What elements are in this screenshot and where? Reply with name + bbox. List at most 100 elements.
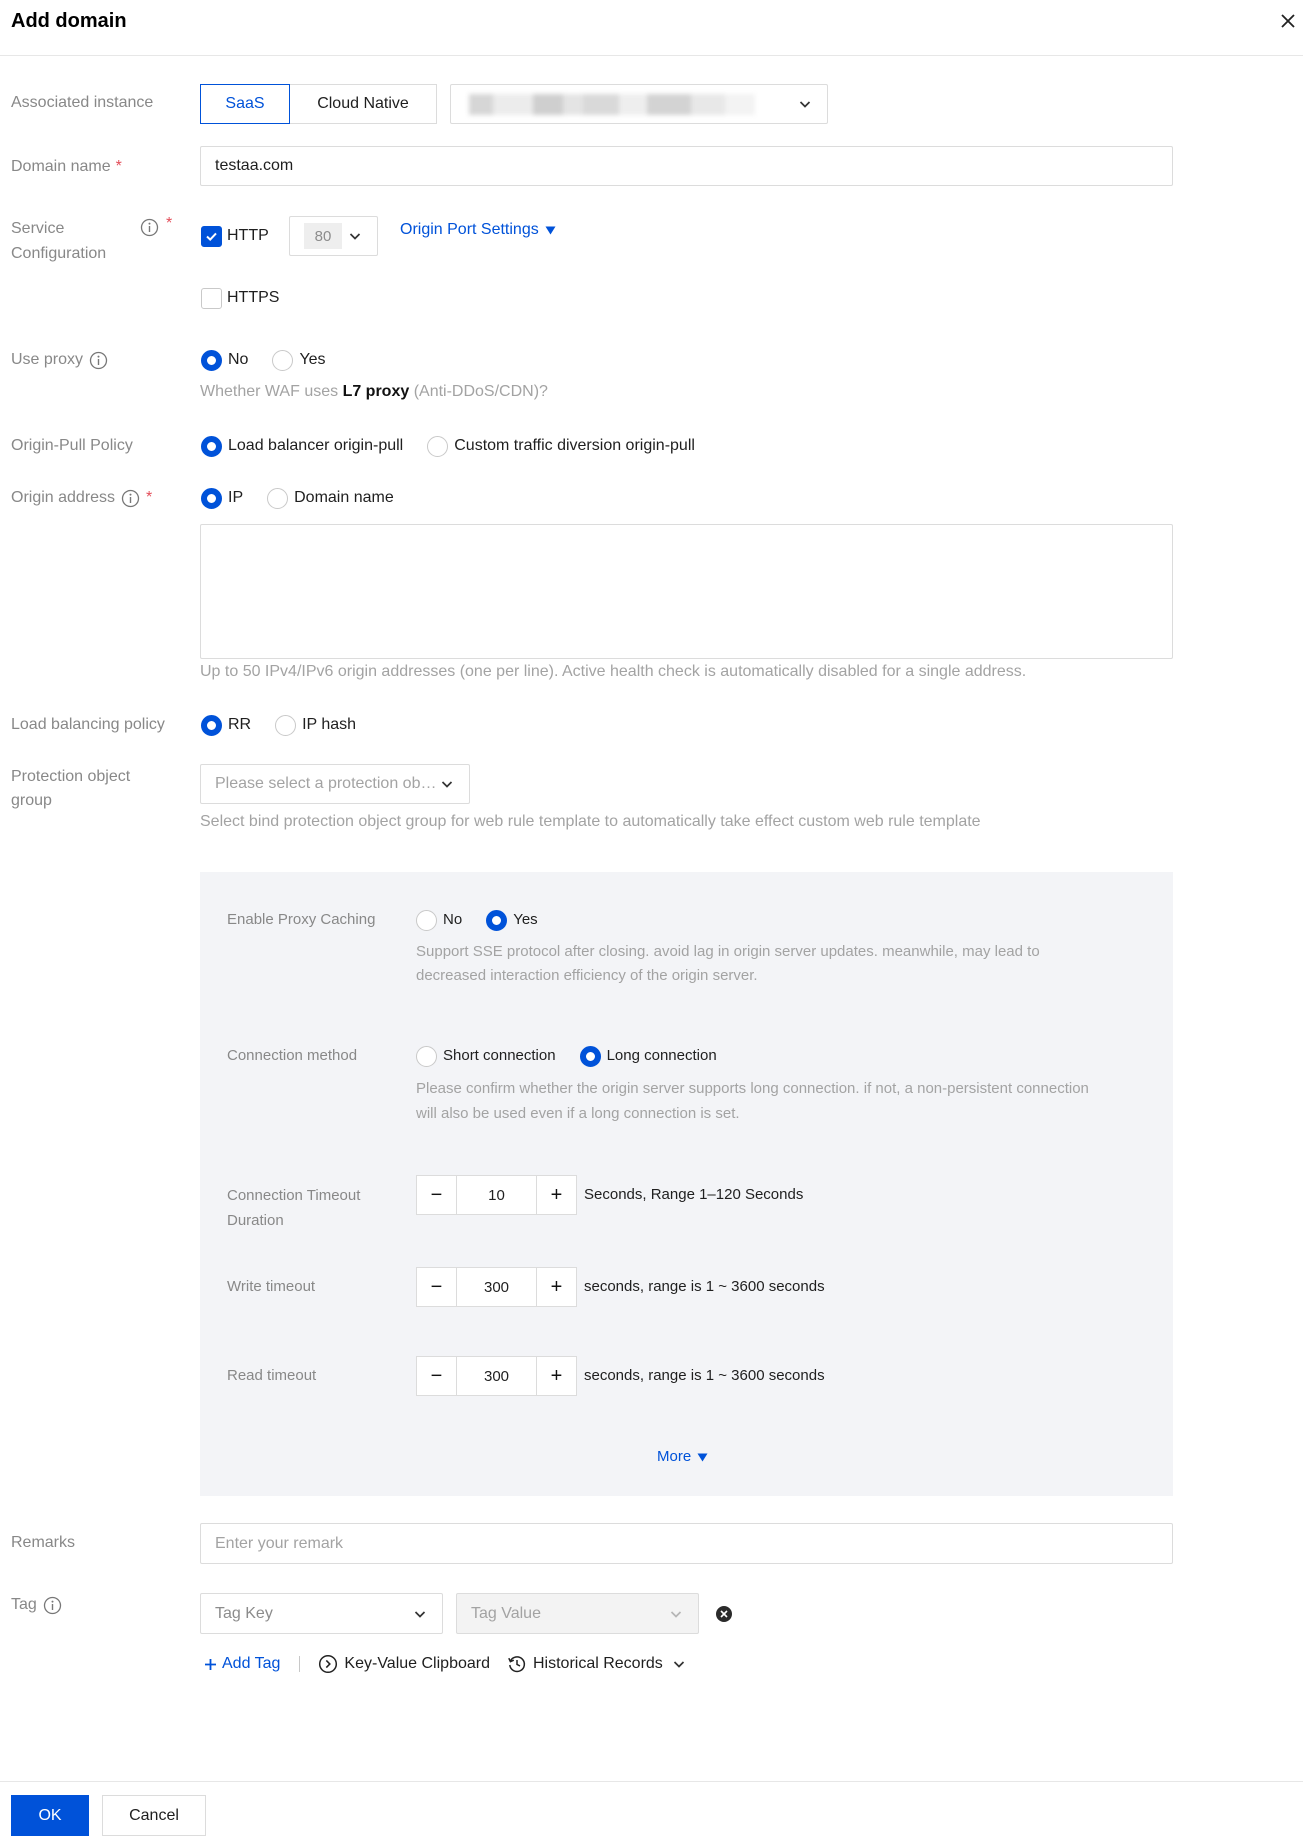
- ok-button[interactable]: OK: [11, 1795, 89, 1836]
- historical-records-button[interactable]: Historical Records: [507, 1654, 686, 1674]
- radio-circle: [272, 349, 294, 371]
- option-label: Yes: [513, 911, 538, 928]
- use-proxy-radio-group: No Yes: [201, 349, 326, 371]
- instance-type-cloud-native-button[interactable]: Cloud Native: [289, 84, 437, 124]
- connection-method-option-long[interactable]: Long connection: [579, 1045, 717, 1067]
- clear-icon[interactable]: [715, 1605, 733, 1623]
- dialog-title: Add domain: [11, 10, 127, 32]
- load-balancing-policy-label: Load balancing policy: [11, 716, 165, 733]
- protection-object-group-hint: Select bind protection object group for …: [200, 813, 981, 830]
- remarks-input[interactable]: [200, 1523, 1173, 1564]
- origin-address-option-domain[interactable]: Domain name: [267, 487, 394, 509]
- use-proxy-option-no[interactable]: No: [201, 349, 248, 371]
- protection-object-group-select[interactable]: Please select a protection ob…: [200, 764, 470, 804]
- use-proxy-label-text: Use proxy: [11, 351, 84, 368]
- http-checkbox[interactable]: [201, 226, 222, 247]
- footer-divider: [0, 1781, 1303, 1782]
- domain-name-label: Domain name *: [11, 156, 122, 178]
- hint-suffix: (Anti-DDoS/CDN)?: [409, 383, 548, 400]
- use-proxy-label: Use proxy: [11, 349, 108, 371]
- add-tag-text: Add Tag: [222, 1655, 281, 1672]
- select-placeholder: Tag Key: [215, 1604, 273, 1622]
- origin-port-settings-link[interactable]: Origin Port Settings: [400, 219, 556, 241]
- increment-button[interactable]: +: [536, 1357, 576, 1395]
- radio-circle: [267, 487, 289, 509]
- chevron-down-icon: [673, 1661, 684, 1668]
- increment-button[interactable]: +: [536, 1176, 576, 1214]
- close-icon[interactable]: [1279, 12, 1297, 30]
- protection-object-group-label: Protection object group: [11, 768, 131, 809]
- write-timeout-input[interactable]: [457, 1268, 536, 1306]
- remarks-label: Remarks: [11, 1534, 76, 1551]
- read-timeout-label: Read timeout: [227, 1367, 317, 1384]
- http-checkbox-label: HTTP: [227, 227, 269, 244]
- cancel-button[interactable]: Cancel: [102, 1795, 206, 1836]
- origin-pull-option-custom[interactable]: Custom traffic diversion origin-pull: [427, 435, 695, 457]
- write-timeout-unit: seconds, range is 1 ~ 3600 seconds: [584, 1278, 825, 1295]
- connection-timeout-input[interactable]: [457, 1176, 536, 1214]
- connection-method-hint-line: will also be used even if a long connect…: [416, 1105, 740, 1122]
- option-label: RR: [228, 716, 252, 733]
- caret-down-icon: [545, 226, 556, 234]
- load-balancing-option-rr[interactable]: RR: [201, 714, 251, 736]
- required-mark: *: [166, 215, 173, 232]
- load-balancing-radio-group: RR IP hash: [201, 714, 356, 736]
- info-icon[interactable]: [43, 1596, 62, 1615]
- chevron-down-icon: [441, 781, 453, 788]
- tag-key-select[interactable]: Tag Key: [200, 1593, 443, 1634]
- domain-name-input[interactable]: [200, 146, 1173, 186]
- proxy-caching-hint-line: decreased interaction efficiency of the …: [416, 967, 758, 984]
- header-divider: [0, 55, 1303, 56]
- origin-pull-option-load-balancer[interactable]: Load balancer origin-pull: [201, 435, 403, 457]
- select-placeholder: Please select a protection ob…: [215, 775, 437, 792]
- decrement-button[interactable]: −: [417, 1268, 457, 1306]
- increment-button[interactable]: +: [536, 1268, 576, 1306]
- tag-label: Tag: [11, 1594, 62, 1616]
- origin-address-option-ip[interactable]: IP: [201, 487, 243, 509]
- blurred-instance-value: [469, 94, 755, 115]
- hint-prefix: Whether WAF uses: [200, 383, 343, 400]
- decrement-button[interactable]: −: [417, 1176, 457, 1214]
- info-icon[interactable]: [140, 218, 159, 237]
- connection-timeout-stepper: − +: [416, 1175, 577, 1215]
- decrement-button[interactable]: −: [417, 1357, 457, 1395]
- more-settings-text: More: [657, 1448, 692, 1465]
- proxy-caching-hint-line: Support SSE protocol after closing. avoi…: [416, 943, 1040, 960]
- instance-type-saas-button[interactable]: SaaS: [200, 84, 290, 124]
- load-balancing-option-ip-hash[interactable]: IP hash: [275, 714, 356, 736]
- https-checkbox[interactable]: [201, 288, 222, 309]
- connection-method-option-short[interactable]: Short connection: [416, 1045, 556, 1067]
- use-proxy-option-yes[interactable]: Yes: [272, 349, 326, 371]
- proxy-caching-option-yes[interactable]: Yes: [486, 909, 538, 931]
- caret-down-icon: [697, 1453, 708, 1461]
- http-port-value: 80: [304, 223, 342, 249]
- plus-icon: [205, 1658, 216, 1670]
- add-tag-button[interactable]: Add Tag: [204, 1655, 280, 1673]
- radio-circle: [416, 909, 437, 931]
- more-settings-link[interactable]: More: [657, 1446, 708, 1468]
- tag-value-select[interactable]: Tag Value: [456, 1593, 699, 1634]
- connection-method-radio-group: Short connection Long connection: [416, 1045, 717, 1067]
- instance-select[interactable]: [450, 84, 828, 124]
- http-port-select[interactable]: 80: [289, 216, 378, 256]
- radio-circle: [201, 435, 222, 457]
- history-icon: [508, 1656, 526, 1673]
- historical-records-text: Historical Records: [532, 1655, 663, 1672]
- origin-pull-policy-label: Origin-Pull Policy: [11, 437, 133, 454]
- option-label: No: [443, 911, 463, 928]
- connection-timeout-label: Connection Timeout Duration: [227, 1187, 361, 1229]
- origin-address-type-radio-group: IP Domain name: [201, 487, 394, 509]
- add-domain-dialog: Add domain Associated instance SaaS Clou…: [0, 0, 1303, 1841]
- radio-circle: [416, 1045, 437, 1067]
- read-timeout-stepper: − +: [416, 1356, 577, 1396]
- info-icon[interactable]: [89, 351, 108, 370]
- key-value-clipboard-button[interactable]: Key-Value Clipboard: [318, 1654, 490, 1674]
- read-timeout-input[interactable]: [457, 1357, 536, 1395]
- radio-circle: [275, 714, 297, 736]
- option-label: No: [228, 351, 249, 368]
- select-placeholder: Tag Value: [471, 1604, 541, 1622]
- info-icon[interactable]: [121, 489, 140, 508]
- write-timeout-stepper: − +: [416, 1267, 577, 1307]
- proxy-caching-option-no[interactable]: No: [416, 909, 462, 931]
- origin-address-textarea[interactable]: [200, 524, 1173, 659]
